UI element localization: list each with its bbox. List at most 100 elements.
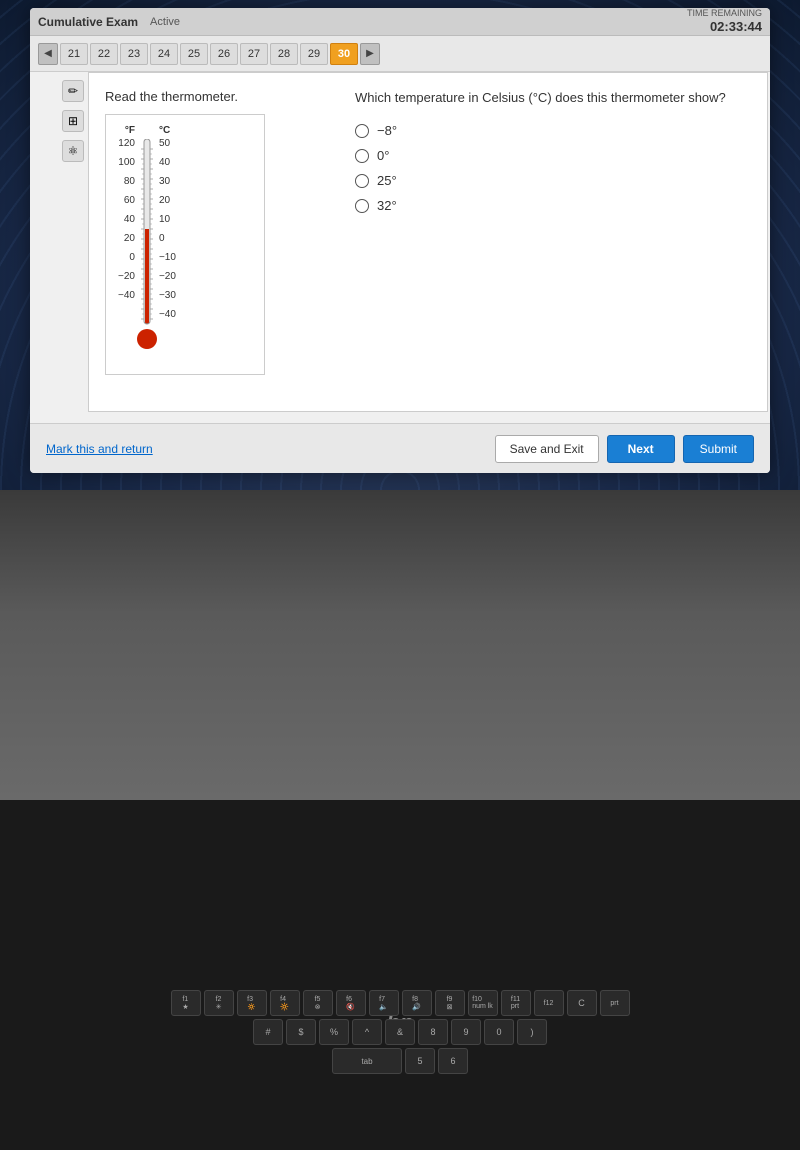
key-f1[interactable]: f1★ (171, 990, 201, 1016)
exam-status: Active (150, 16, 180, 28)
f-label: °F (125, 125, 135, 136)
c-50: 50 (159, 138, 170, 149)
key-hash[interactable]: # (253, 1019, 283, 1045)
bottom-bar: Mark this and return Save and Exit Next … (30, 423, 770, 473)
key-c[interactable]: C (567, 990, 597, 1016)
main-content: Read the thermometer. °F 120 100 80 60 (88, 72, 768, 412)
radio-2[interactable] (355, 149, 369, 163)
key-pct[interactable]: % (319, 1019, 349, 1045)
time-remaining-block: TIME REMAINING 02:33:44 (687, 8, 762, 36)
key-f8[interactable]: f8🔊 (402, 990, 432, 1016)
f-neg20: −20 (118, 271, 135, 282)
keyboard-area: f1★ f2✳ f3🔅 f4🔆 f5⊗ f6🔇 f7🔈 f8🔊 f9⊠ f10n… (20, 990, 780, 1150)
exam-title: Cumulative Exam (38, 15, 138, 29)
question-text: Which temperature in Celsius (°C) does t… (355, 89, 751, 107)
f-120: 120 (118, 138, 135, 149)
key-rparen[interactable]: ) (517, 1019, 547, 1045)
nav-num-29[interactable]: 29 (300, 43, 328, 65)
keyboard-row-2: # $ % ^ & 8 9 0 ) (20, 1019, 780, 1045)
radio-4[interactable] (355, 199, 369, 213)
c-label: °C (159, 125, 170, 136)
key-f6[interactable]: f6🔇 (336, 990, 366, 1016)
submit-button[interactable]: Submit (683, 435, 754, 463)
nav-num-27[interactable]: 27 (240, 43, 268, 65)
laptop-outer: Cumulative Exam Active TIME REMAINING 02… (0, 0, 800, 800)
f-80: 80 (124, 176, 135, 187)
atom-icon[interactable]: ⚛ (62, 140, 84, 162)
key-5[interactable]: 5 (405, 1048, 435, 1074)
keyboard-row-1: f1★ f2✳ f3🔅 f4🔆 f5⊗ f6🔇 f7🔈 f8🔊 f9⊠ f10n… (20, 990, 780, 1016)
radio-1[interactable] (355, 124, 369, 138)
c-neg30: −30 (159, 290, 176, 301)
key-dollar[interactable]: $ (286, 1019, 316, 1045)
quiz-window: Cumulative Exam Active TIME REMAINING 02… (30, 8, 770, 473)
f-40: 40 (124, 214, 135, 225)
bottom-buttons: Save and Exit Next Submit (495, 435, 754, 463)
nav-num-25[interactable]: 25 (180, 43, 208, 65)
key-f11[interactable]: f11prt (501, 990, 531, 1016)
key-caret[interactable]: ^ (352, 1019, 382, 1045)
option-label-4: 32° (377, 198, 397, 213)
read-instruction: Read the thermometer. (105, 89, 325, 104)
c-neg20: −20 (159, 271, 176, 282)
c-0: 0 (159, 233, 165, 244)
key-9[interactable]: 9 (451, 1019, 481, 1045)
left-icons: ✏ ⊞ ⚛ (62, 80, 84, 162)
c-neg40: −40 (159, 309, 176, 320)
key-f12[interactable]: f12 (534, 990, 564, 1016)
nav-num-30[interactable]: 30 (330, 43, 358, 65)
time-label: TIME REMAINING (687, 8, 762, 18)
nav-num-24[interactable]: 24 (150, 43, 178, 65)
f-neg40: −40 (118, 290, 135, 301)
option-label-3: 25° (377, 173, 397, 188)
f-20: 20 (124, 233, 135, 244)
key-prt[interactable]: prt (600, 990, 630, 1016)
c-neg10: −10 (159, 252, 176, 263)
key-f9[interactable]: f9⊠ (435, 990, 465, 1016)
key-f3[interactable]: f3🔅 (237, 990, 267, 1016)
nav-num-21[interactable]: 21 (60, 43, 88, 65)
left-section: Read the thermometer. °F 120 100 80 60 (105, 89, 325, 395)
keyboard-row-3: tab 5 6 (20, 1048, 780, 1074)
key-f5[interactable]: f5⊗ (303, 990, 333, 1016)
c-40: 40 (159, 157, 170, 168)
mark-return-link[interactable]: Mark this and return (46, 442, 153, 456)
nav-num-28[interactable]: 28 (270, 43, 298, 65)
c-20: 20 (159, 195, 170, 206)
thermometer-svg (137, 139, 157, 364)
key-f7[interactable]: f7🔈 (369, 990, 399, 1016)
nav-num-22[interactable]: 22 (90, 43, 118, 65)
save-exit-button[interactable]: Save and Exit (495, 435, 599, 463)
right-section: Which temperature in Celsius (°C) does t… (345, 89, 751, 395)
answer-option-1[interactable]: −8° (355, 123, 751, 138)
key-8[interactable]: 8 (418, 1019, 448, 1045)
nav-bar: ◀ 21 22 23 24 25 26 27 28 29 30 ▶ (30, 36, 770, 72)
f-60: 60 (124, 195, 135, 206)
option-label-2: 0° (377, 148, 389, 163)
nav-next-arrow[interactable]: ▶ (360, 43, 380, 65)
f-100: 100 (118, 157, 135, 168)
grid-icon[interactable]: ⊞ (62, 110, 84, 132)
nav-num-26[interactable]: 26 (210, 43, 238, 65)
key-f10[interactable]: f10num lk (468, 990, 498, 1016)
key-tab[interactable]: tab (332, 1048, 402, 1074)
answer-option-2[interactable]: 0° (355, 148, 751, 163)
c-30: 30 (159, 176, 170, 187)
key-0[interactable]: 0 (484, 1019, 514, 1045)
f-0: 0 (129, 252, 135, 263)
time-value: 02:33:44 (710, 19, 762, 34)
thermometer-container: °F 120 100 80 60 40 20 0 −20 −40 (105, 114, 265, 375)
key-f4[interactable]: f4🔆 (270, 990, 300, 1016)
nav-prev-arrow[interactable]: ◀ (38, 43, 58, 65)
c-10: 10 (159, 214, 170, 225)
key-6[interactable]: 6 (438, 1048, 468, 1074)
key-f2[interactable]: f2✳ (204, 990, 234, 1016)
answer-option-3[interactable]: 25° (355, 173, 751, 188)
key-amp[interactable]: & (385, 1019, 415, 1045)
nav-num-23[interactable]: 23 (120, 43, 148, 65)
next-button[interactable]: Next (607, 435, 675, 463)
radio-3[interactable] (355, 174, 369, 188)
pencil-icon[interactable]: ✏ (62, 80, 84, 102)
option-label-1: −8° (377, 123, 397, 138)
answer-option-4[interactable]: 32° (355, 198, 751, 213)
